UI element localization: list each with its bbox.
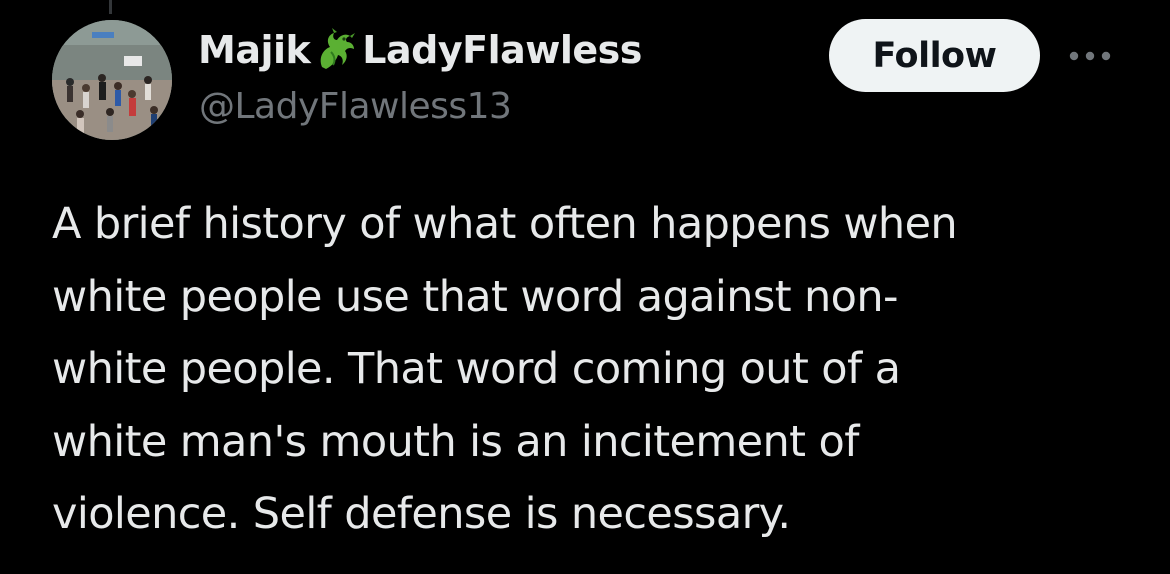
more-options-icon bbox=[1069, 51, 1111, 61]
tweet-text-line: white man's mouth is an incitement of bbox=[52, 416, 859, 467]
tweet-text: A brief history of what often happens wh… bbox=[52, 188, 1132, 551]
tweet-text-line: violence. Self defense is necessary. bbox=[52, 489, 791, 539]
more-options-button[interactable] bbox=[1064, 38, 1116, 74]
follow-button[interactable]: Follow bbox=[829, 19, 1040, 92]
avatar-photo-crowd bbox=[52, 20, 172, 140]
tweet: Majik LadyFlawless @LadyFlawless13 Follo… bbox=[0, 0, 1170, 574]
author-name-row[interactable]: Majik LadyFlawless bbox=[198, 26, 642, 74]
user-handle[interactable]: @LadyFlawless13 bbox=[199, 86, 512, 127]
display-name-second[interactable]: LadyFlawless bbox=[362, 28, 642, 72]
tweet-text-line: white people use that word against non- bbox=[52, 271, 899, 322]
dragon-emoji bbox=[314, 27, 360, 73]
display-name-first[interactable]: Majik bbox=[198, 28, 311, 72]
tweet-text-line: A brief history of what often happens wh… bbox=[52, 199, 958, 249]
avatar[interactable] bbox=[52, 20, 172, 140]
tweet-text-line: white people. That word coming out of a bbox=[52, 344, 901, 394]
